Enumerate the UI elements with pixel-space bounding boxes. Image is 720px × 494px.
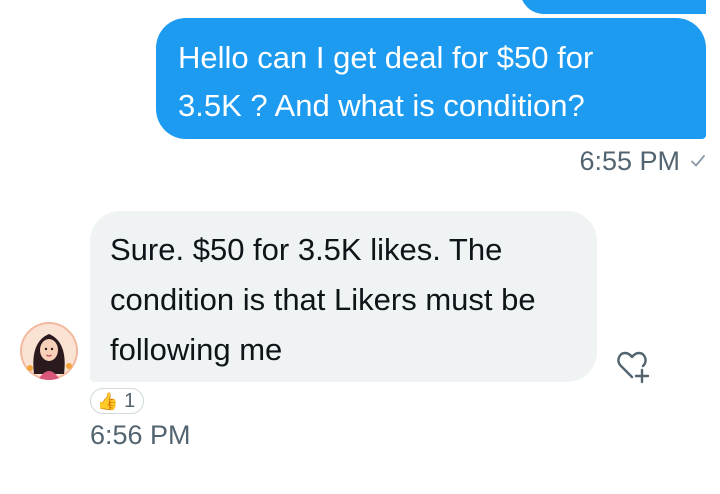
received-message-time: 6:56 PM	[90, 420, 191, 450]
sent-message-meta: 6:55 PM	[579, 144, 706, 178]
sent-message-time: 6:55 PM	[579, 145, 680, 176]
check-icon	[691, 155, 705, 167]
reaction-count: 1	[124, 389, 136, 412]
avatar[interactable]	[20, 322, 78, 380]
reaction-pill[interactable]: 👍 1	[90, 388, 145, 414]
received-message-bubble[interactable]: Sure. $50 for 3.5K likes. The condition …	[90, 211, 597, 382]
thumbs-up-icon: 👍	[97, 391, 119, 411]
previous-message-bubble	[520, 0, 706, 14]
heart-plus-icon[interactable]	[612, 344, 652, 384]
sent-message-bubble[interactable]: Hello can I get deal for $50 for 3.5K ? …	[156, 18, 706, 139]
